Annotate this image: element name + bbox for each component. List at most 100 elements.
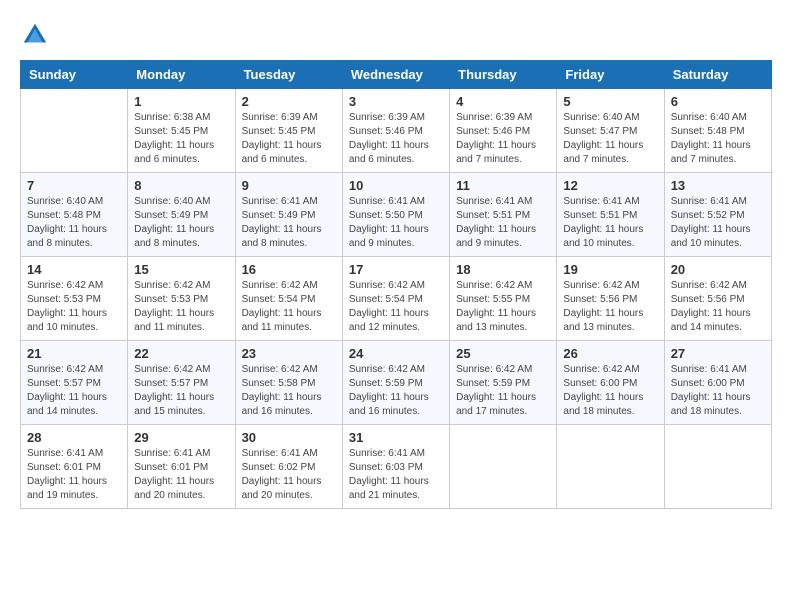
calendar-cell: 7 Sunrise: 6:40 AM Sunset: 5:48 PM Daylig… [21, 173, 128, 257]
day-number: 23 [242, 346, 336, 361]
cell-content: Sunrise: 6:42 AM Sunset: 5:54 PM Dayligh… [349, 279, 443, 335]
day-number: 3 [349, 94, 443, 109]
cell-content: Sunrise: 6:42 AM Sunset: 5:53 PM Dayligh… [134, 279, 228, 335]
calendar-header-row: SundayMondayTuesdayWednesdayThursdayFrid… [21, 61, 772, 89]
day-number: 18 [456, 262, 550, 277]
cell-content: Sunrise: 6:41 AM Sunset: 6:01 PM Dayligh… [27, 447, 121, 503]
cell-content: Sunrise: 6:42 AM Sunset: 5:57 PM Dayligh… [134, 363, 228, 419]
cell-content: Sunrise: 6:42 AM Sunset: 6:00 PM Dayligh… [563, 363, 657, 419]
day-number: 6 [671, 94, 765, 109]
day-number: 2 [242, 94, 336, 109]
calendar-cell: 10 Sunrise: 6:41 AM Sunset: 5:50 PM Dayli… [342, 173, 449, 257]
calendar-cell: 12 Sunrise: 6:41 AM Sunset: 5:51 PM Dayli… [557, 173, 664, 257]
cell-content: Sunrise: 6:42 AM Sunset: 5:59 PM Dayligh… [349, 363, 443, 419]
cell-content: Sunrise: 6:42 AM Sunset: 5:53 PM Dayligh… [27, 279, 121, 335]
day-number: 12 [563, 178, 657, 193]
day-number: 19 [563, 262, 657, 277]
day-number: 9 [242, 178, 336, 193]
day-number: 26 [563, 346, 657, 361]
day-number: 10 [349, 178, 443, 193]
calendar-cell: 1 Sunrise: 6:38 AM Sunset: 5:45 PM Daylig… [128, 89, 235, 173]
calendar-cell: 8Sunrise: 6:40 AM Sunset: 5:49 PM Daylig… [128, 173, 235, 257]
cell-content: Sunrise: 6:41 AM Sunset: 6:03 PM Dayligh… [349, 447, 443, 503]
calendar-cell: 14 Sunrise: 6:42 AM Sunset: 5:53 PM Dayli… [21, 257, 128, 341]
calendar-cell: 25 Sunrise: 6:42 AM Sunset: 5:59 PM Dayli… [450, 341, 557, 425]
column-header-friday: Friday [557, 61, 664, 89]
calendar-cell: 26 Sunrise: 6:42 AM Sunset: 6:00 PM Dayli… [557, 341, 664, 425]
cell-content: Sunrise: 6:41 AM Sunset: 6:00 PM Dayligh… [671, 363, 765, 419]
cell-content: Sunrise: 6:42 AM Sunset: 5:56 PM Dayligh… [671, 279, 765, 335]
day-number: 25 [456, 346, 550, 361]
calendar-cell: 4 Sunrise: 6:39 AM Sunset: 5:46 PM Daylig… [450, 89, 557, 173]
day-number: 17 [349, 262, 443, 277]
cell-content: Sunrise: 6:42 AM Sunset: 5:59 PM Dayligh… [456, 363, 550, 419]
day-number: 29 [134, 430, 228, 445]
calendar-cell: 11 Sunrise: 6:41 AM Sunset: 5:51 PM Dayli… [450, 173, 557, 257]
column-header-thursday: Thursday [450, 61, 557, 89]
cell-content: Sunrise: 6:40 AM Sunset: 5:47 PM Dayligh… [563, 111, 657, 167]
calendar-cell: 20 Sunrise: 6:42 AM Sunset: 5:56 PM Dayli… [664, 257, 771, 341]
calendar-cell: 5 Sunrise: 6:40 AM Sunset: 5:47 PM Daylig… [557, 89, 664, 173]
calendar-week-row: 21 Sunrise: 6:42 AM Sunset: 5:57 PM Dayli… [21, 341, 772, 425]
cell-content: Sunrise: 6:41 AM Sunset: 5:51 PM Dayligh… [456, 195, 550, 251]
day-number: 30 [242, 430, 336, 445]
cell-content: Sunrise: 6:40 AM Sunset: 5:48 PM Dayligh… [27, 195, 121, 251]
day-number: 20 [671, 262, 765, 277]
calendar-cell: 23 Sunrise: 6:42 AM Sunset: 5:58 PM Dayli… [235, 341, 342, 425]
calendar-cell: 6 Sunrise: 6:40 AM Sunset: 5:48 PM Daylig… [664, 89, 771, 173]
calendar-cell: 18 Sunrise: 6:42 AM Sunset: 5:55 PM Dayli… [450, 257, 557, 341]
cell-content: Sunrise: 6:41 AM Sunset: 5:52 PM Dayligh… [671, 195, 765, 251]
calendar-cell: 19 Sunrise: 6:42 AM Sunset: 5:56 PM Dayli… [557, 257, 664, 341]
calendar-cell: 13 Sunrise: 6:41 AM Sunset: 5:52 PM Dayli… [664, 173, 771, 257]
calendar-cell [557, 425, 664, 509]
day-number: 15 [134, 262, 228, 277]
calendar-cell [21, 89, 128, 173]
cell-content: Sunrise: 6:39 AM Sunset: 5:45 PM Dayligh… [242, 111, 336, 167]
column-header-wednesday: Wednesday [342, 61, 449, 89]
day-number: 21 [27, 346, 121, 361]
cell-content: Sunrise: 6:39 AM Sunset: 5:46 PM Dayligh… [456, 111, 550, 167]
calendar-cell: 9Sunrise: 6:41 AM Sunset: 5:49 PM Daylig… [235, 173, 342, 257]
calendar-cell: 28Sunrise: 6:41 AM Sunset: 6:01 PM Dayli… [21, 425, 128, 509]
calendar-table: SundayMondayTuesdayWednesdayThursdayFrid… [20, 60, 772, 509]
calendar-cell: 3 Sunrise: 6:39 AM Sunset: 5:46 PM Daylig… [342, 89, 449, 173]
column-header-monday: Monday [128, 61, 235, 89]
logo-icon [20, 20, 50, 50]
cell-content: Sunrise: 6:42 AM Sunset: 5:55 PM Dayligh… [456, 279, 550, 335]
calendar-week-row: 1 Sunrise: 6:38 AM Sunset: 5:45 PM Daylig… [21, 89, 772, 173]
calendar-cell: 16Sunrise: 6:42 AM Sunset: 5:54 PM Dayli… [235, 257, 342, 341]
day-number: 11 [456, 178, 550, 193]
column-header-saturday: Saturday [664, 61, 771, 89]
calendar-cell: 15 Sunrise: 6:42 AM Sunset: 5:53 PM Dayli… [128, 257, 235, 341]
cell-content: Sunrise: 6:42 AM Sunset: 5:57 PM Dayligh… [27, 363, 121, 419]
day-number: 1 [134, 94, 228, 109]
calendar-cell [664, 425, 771, 509]
day-number: 8 [134, 178, 228, 193]
cell-content: Sunrise: 6:41 AM Sunset: 5:51 PM Dayligh… [563, 195, 657, 251]
day-number: 14 [27, 262, 121, 277]
cell-content: Sunrise: 6:41 AM Sunset: 5:50 PM Dayligh… [349, 195, 443, 251]
cell-content: Sunrise: 6:42 AM Sunset: 5:54 PM Dayligh… [242, 279, 336, 335]
calendar-cell: 29Sunrise: 6:41 AM Sunset: 6:01 PM Dayli… [128, 425, 235, 509]
logo [20, 20, 52, 50]
cell-content: Sunrise: 6:42 AM Sunset: 5:58 PM Dayligh… [242, 363, 336, 419]
column-header-sunday: Sunday [21, 61, 128, 89]
calendar-cell: 22 Sunrise: 6:42 AM Sunset: 5:57 PM Dayli… [128, 341, 235, 425]
day-number: 13 [671, 178, 765, 193]
day-number: 4 [456, 94, 550, 109]
day-number: 22 [134, 346, 228, 361]
cell-content: Sunrise: 6:42 AM Sunset: 5:56 PM Dayligh… [563, 279, 657, 335]
page-header [20, 20, 772, 50]
calendar-cell: 2 Sunrise: 6:39 AM Sunset: 5:45 PM Daylig… [235, 89, 342, 173]
cell-content: Sunrise: 6:41 AM Sunset: 6:02 PM Dayligh… [242, 447, 336, 503]
cell-content: Sunrise: 6:38 AM Sunset: 5:45 PM Dayligh… [134, 111, 228, 167]
cell-content: Sunrise: 6:40 AM Sunset: 5:48 PM Dayligh… [671, 111, 765, 167]
calendar-cell: 31Sunrise: 6:41 AM Sunset: 6:03 PM Dayli… [342, 425, 449, 509]
day-number: 24 [349, 346, 443, 361]
day-number: 7 [27, 178, 121, 193]
day-number: 27 [671, 346, 765, 361]
day-number: 5 [563, 94, 657, 109]
cell-content: Sunrise: 6:39 AM Sunset: 5:46 PM Dayligh… [349, 111, 443, 167]
calendar-week-row: 7 Sunrise: 6:40 AM Sunset: 5:48 PM Daylig… [21, 173, 772, 257]
calendar-cell: 24 Sunrise: 6:42 AM Sunset: 5:59 PM Dayli… [342, 341, 449, 425]
